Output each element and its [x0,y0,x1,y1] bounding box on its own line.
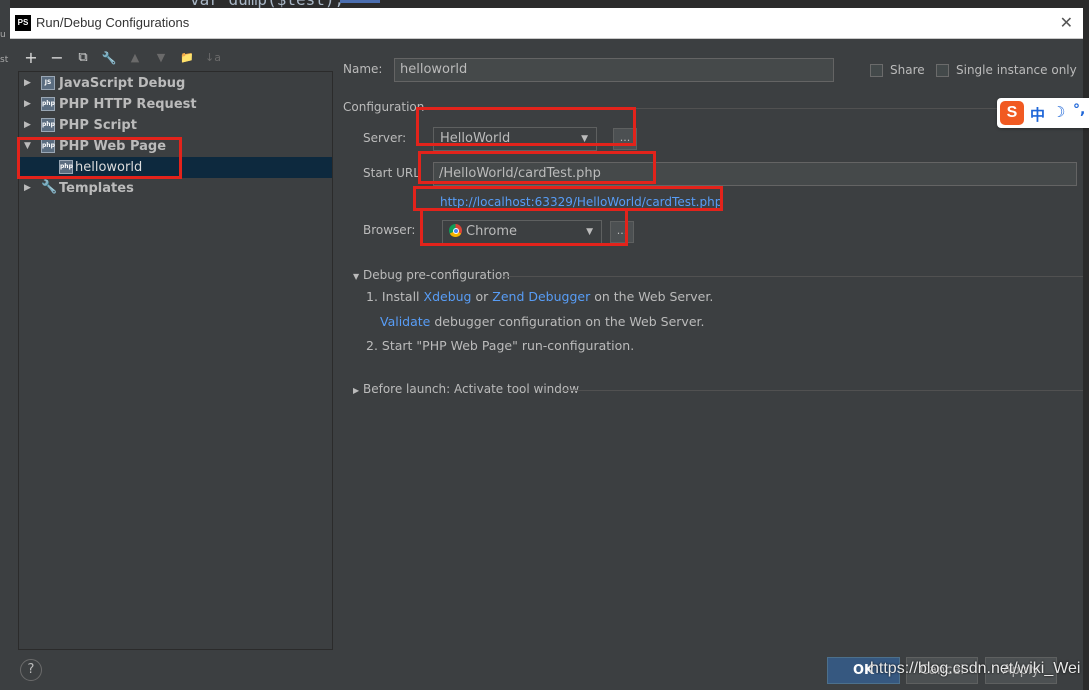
start-url-input[interactable]: /HelloWorld/cardTest.php [433,162,1077,186]
tree-item-label: Templates [59,181,134,196]
step1-prefix: 1. Install [366,289,420,304]
tree-item-label: PHP HTTP Request [59,97,197,112]
js-debug-icon: JS [41,76,55,90]
tree-item-helloworld[interactable]: php helloworld [19,157,332,178]
zend-debugger-link[interactable]: Zend Debugger [492,289,590,304]
share-label: Share [890,63,925,77]
expand-arrow-icon[interactable]: ▶ [24,73,31,94]
server-selected-value: HelloWorld [440,131,511,146]
before-launch-header[interactable]: ▶ Before launch: Activate tool window [353,382,579,396]
tree-item-label: PHP Web Page [59,139,167,154]
expand-arrow-icon[interactable]: ▶ [24,178,31,199]
ide-tab-indicator [340,0,380,3]
debug-step-2: 2. Start "PHP Web Page" run-configuratio… [366,338,635,353]
collapse-arrow-icon[interactable]: ▼ [24,136,31,157]
name-label: Name: [343,62,383,76]
chrome-icon [449,224,462,237]
collapse-arrow-icon[interactable]: ▼ [353,272,359,281]
debug-preconfig-header[interactable]: ▼ Debug pre-configuration [353,268,510,282]
close-icon[interactable]: ✕ [1060,13,1073,32]
start-url-label: Start URL [363,166,420,180]
single-instance-label: Single instance only [956,63,1077,77]
tree-item-templates[interactable]: ▶ 🔧 Templates [19,178,332,199]
php-http-request-icon: php [41,97,55,111]
php-web-page-icon: php [41,139,55,153]
validate-link[interactable]: Validate [380,314,430,329]
browser-label: Browser: [363,223,416,237]
debug-validate-line: Validate debugger configuration on the W… [380,314,704,329]
tree-item-javascript-debug[interactable]: ▶ JS JavaScript Debug [19,73,332,94]
add-config-button[interactable]: + [22,49,40,67]
section-divider [561,390,1083,391]
php-script-icon: php [41,118,55,132]
share-checkbox[interactable] [870,64,883,77]
chevron-down-icon: ▼ [581,134,588,144]
debug-preconfig-title: Debug pre-configuration [362,268,510,282]
dialog-title: Run/Debug Configurations [36,15,190,30]
help-button[interactable]: ? [20,659,42,681]
server-select[interactable]: HelloWorld ▼ [433,127,597,151]
configuration-section-title: Configuration [343,100,425,114]
browser-select[interactable]: Chrome ▼ [442,220,602,244]
edit-defaults-wrench-icon[interactable]: 🔧 [100,49,118,67]
sort-icon[interactable]: ↓a [204,49,222,67]
ide-strip-glyph: st [0,55,9,65]
tree-item-php-http-request[interactable]: ▶ php PHP HTTP Request [19,94,332,115]
wrench-icon: 🔧 [41,180,58,195]
expand-arrow-icon[interactable]: ▶ [353,386,359,395]
step1-suffix: on the Web Server. [594,289,714,304]
debug-step-1: 1. Install Xdebug or Zend Debugger on th… [366,289,713,304]
sogou-logo-icon[interactable]: S [1000,101,1024,125]
run-debug-configurations-dialog: PS Run/Debug Configurations ✕ + − ⧉ 🔧 ▲ … [10,8,1083,690]
punctuation-icon[interactable]: °, [1073,102,1085,118]
tree-item-php-web-page[interactable]: ▼ php PHP Web Page [19,136,332,157]
server-label: Server: [363,131,407,145]
tree-item-label: helloworld [75,160,143,175]
copy-config-button[interactable]: ⧉ [74,49,92,67]
ide-left-strip: u st [0,0,10,690]
xdebug-link[interactable]: Xdebug [424,289,472,304]
moon-icon[interactable]: ☽ [1052,103,1065,121]
csdn-watermark: https://blog.csdn.net/wiki_Wei [870,660,1081,677]
validate-suffix: debugger configuration on the Web Server… [434,314,705,329]
single-instance-checkbox[interactable] [936,64,949,77]
move-up-button[interactable]: ▲ [126,49,144,67]
tree-item-label: JavaScript Debug [59,76,186,91]
config-details-panel: Name: helloworld Share Single instance o… [343,38,1083,648]
before-launch-title: Before launch: Activate tool window [362,382,580,396]
dialog-titlebar: PS Run/Debug Configurations ✕ [10,8,1083,39]
phpstorm-logo-icon: PS [15,15,31,31]
name-input[interactable]: helloworld [394,58,834,82]
tree-item-label: PHP Script [59,118,137,133]
browser-browse-button[interactable]: ... [610,221,634,243]
chevron-down-icon: ▼ [586,227,593,237]
remove-config-button[interactable]: − [48,49,66,67]
expand-arrow-icon[interactable]: ▶ [24,115,31,136]
section-divider [423,108,1083,109]
folder-icon[interactable]: 📁 [178,49,196,67]
ide-background-editor: var_dump($test); [10,0,1089,9]
ime-toolbar: S 中 ☽ °, [997,98,1089,128]
browser-selected-value: Chrome [466,224,517,239]
ide-strip-glyph: u [0,30,6,40]
tree-item-php-script[interactable]: ▶ php PHP Script [19,115,332,136]
move-down-button[interactable]: ▼ [152,49,170,67]
section-divider [503,276,1083,277]
server-browse-button[interactable]: ... [613,128,637,150]
chinese-mode-icon[interactable]: 中 [1030,104,1045,125]
or-text: or [475,289,489,304]
full-url-link[interactable]: http://localhost:63329/HelloWorld/cardTe… [440,195,722,209]
configurations-tree: ▶ JS JavaScript Debug ▶ php PHP HTTP Req… [18,71,333,650]
php-web-page-icon: php [59,160,73,174]
expand-arrow-icon[interactable]: ▶ [24,94,31,115]
